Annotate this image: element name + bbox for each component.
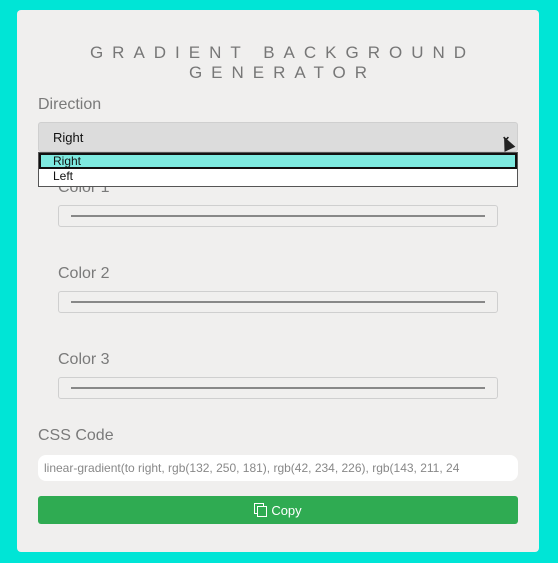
page-title: GRADIENT BACKGROUND GENERATOR bbox=[89, 43, 476, 82]
color-3-input[interactable] bbox=[58, 377, 498, 399]
color-3-label: Color 3 bbox=[58, 351, 110, 368]
direction-select[interactable]: Right ⌄ bbox=[38, 122, 518, 152]
direction-label: Direction bbox=[38, 96, 102, 113]
direction-select-value: Right bbox=[53, 130, 84, 145]
color-2-label: Color 2 bbox=[58, 265, 110, 282]
direction-option-right[interactable]: Right bbox=[39, 153, 517, 169]
copy-button-label: Copy bbox=[271, 502, 302, 518]
copy-button[interactable]: Copy bbox=[38, 496, 518, 524]
color-2-swatch bbox=[71, 301, 485, 303]
direction-dropdown: Right Left bbox=[38, 152, 518, 187]
color-1-swatch bbox=[71, 215, 485, 217]
css-code-field[interactable]: linear-gradient(to right, rgb(132, 250, … bbox=[38, 455, 518, 481]
direction-option-left[interactable]: Left bbox=[39, 169, 517, 185]
generator-card: GRADIENT BACKGROUND GENERATOR Direction … bbox=[17, 10, 539, 552]
color-3-swatch bbox=[71, 387, 485, 389]
color-2-input[interactable] bbox=[58, 291, 498, 313]
css-code-label: CSS Code bbox=[38, 427, 114, 444]
color-1-input[interactable] bbox=[58, 205, 498, 227]
copy-icon bbox=[254, 503, 268, 517]
